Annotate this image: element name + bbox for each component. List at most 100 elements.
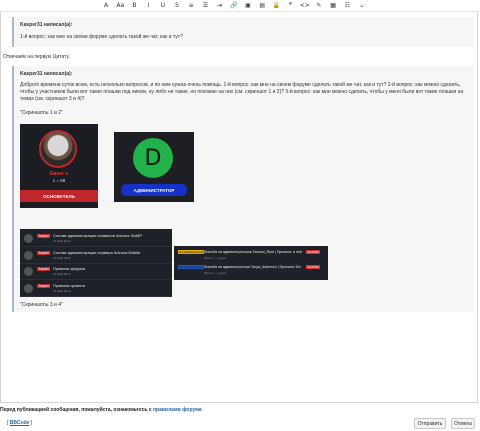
- avatar: [24, 234, 33, 243]
- quote-block-1: Kasper31 написал(а): 1-й вопрос: как мне…: [12, 17, 474, 47]
- bbcode-help: [ BBCode ]: [7, 420, 32, 426]
- rules-note: Перед публикацией сообщения, пожалуйста,…: [0, 407, 202, 413]
- thread-row: Закреп Состав администрации сервера Arizo…: [20, 248, 172, 264]
- bold-icon: B: [132, 2, 137, 9]
- font-case-icon: Aa: [116, 2, 125, 9]
- thread-title[interactable]: Жалоба на администратора Tanya_Adamson |…: [204, 265, 304, 269]
- pinned-tag: Закреп: [37, 250, 51, 255]
- thread-row: На рассмотрении Жалоба на администратора …: [174, 263, 328, 278]
- thread-row: Закреп Правила форума 16 Мар 2017: [20, 264, 172, 280]
- editor-toolbar: A Aa B I U S ≡ ☰ ⇥ 🔗 ▣ ▤ 🔒 ❞ <> ✎ ▦ ☷ ⌄: [0, 0, 480, 11]
- thread-row: Закреп Правила проекта 21 Мар 2014: [20, 281, 172, 297]
- message-editor[interactable]: Kasper31 написал(а): 1-й вопрос: как мне…: [0, 11, 478, 403]
- quote-icon: ❞: [288, 2, 293, 9]
- thread-meta: 16 Мар 2017: [53, 272, 71, 276]
- pinned-tag: Закреп: [37, 267, 51, 271]
- thread-meta: Игрок 1 · 1 день: [204, 256, 227, 260]
- avatar: [24, 250, 33, 260]
- role-badge-label: АДМИНИСТРАТОР: [133, 187, 175, 193]
- list-button[interactable]: ☰: [198, 1, 212, 10]
- font-size-icon: A: [104, 2, 109, 9]
- role-badge: ОСНОВАТЕЛЬ: [20, 190, 98, 202]
- link-button[interactable]: 🔗: [227, 1, 241, 10]
- thread-meta: 21 Мар 2014: [53, 239, 71, 243]
- image-button[interactable]: ▣: [241, 1, 255, 10]
- rules-note-text: Перед публикацией сообщения, пожалуйста,…: [0, 407, 153, 413]
- user-level: 1 = 68: [52, 178, 66, 183]
- italic-button[interactable]: I: [142, 1, 156, 10]
- screenshot-caption-1-2: "Скриншоты 1 и 2": [20, 110, 63, 116]
- bold-button[interactable]: B: [127, 1, 141, 10]
- quote-text: 1-й вопрос: как мне на своем форуме сдел…: [20, 34, 183, 40]
- strike-icon: S: [175, 2, 179, 9]
- spoiler-button[interactable]: 🔒: [269, 1, 283, 10]
- image-icon: ▣: [245, 2, 251, 9]
- quote-text: Доброго времени суток всем, есть несколь…: [20, 82, 464, 102]
- user-name: Gaser ●: [49, 171, 69, 177]
- pinned-tag: Закреп: [37, 234, 51, 238]
- dropdown-icon: ⌄: [358, 2, 364, 9]
- thread-row: На рассмотрении Жалоба на администраторов…: [174, 248, 328, 263]
- more-icon: ☷: [344, 2, 350, 9]
- forum-rules-link[interactable]: правилами форума: [153, 407, 202, 413]
- complaint-badge: ЖАЛОБА: [306, 265, 321, 269]
- complaint-badge: ЖАЛОБА: [306, 250, 321, 254]
- indent-button[interactable]: ⇥: [213, 1, 227, 10]
- status-tag: На рассмотрении: [178, 250, 205, 254]
- avatar: [24, 267, 33, 276]
- avatar: [24, 283, 33, 293]
- submit-button[interactable]: Отправить: [414, 418, 446, 429]
- bbcode-link[interactable]: BBCode: [10, 420, 30, 426]
- role-badge-label: ОСНОВАТЕЛЬ: [43, 193, 75, 199]
- avatar: [39, 130, 77, 168]
- quote-author: Kasper31 написал(а):: [20, 71, 73, 77]
- role-badge: АДМИНИСТРАТОР: [121, 184, 187, 196]
- avatar-letter: D: [144, 145, 162, 171]
- screenshot-3-image[interactable]: Закреп Состав администрации серверов Ariz…: [20, 229, 172, 297]
- media-icon: ▤: [259, 2, 265, 9]
- quote-block-2: Kasper31 написал(а): Доброго времени сут…: [12, 66, 474, 312]
- cancel-button[interactable]: Отмена: [451, 418, 475, 429]
- table-icon: ▦: [330, 2, 336, 9]
- thread-title[interactable]: Правила форума: [53, 266, 85, 271]
- align-icon: ≡: [188, 2, 194, 9]
- screenshot-1-image[interactable]: Gaser ● 1 = 68 ОСНОВАТЕЛЬ: [20, 124, 98, 208]
- code-icon: <>: [299, 2, 310, 9]
- pinned-tag: Закреп: [37, 283, 51, 288]
- code-button[interactable]: <>: [298, 1, 312, 10]
- status-tag: На рассмотрении: [178, 265, 205, 269]
- screenshot-caption-3-4: "Скриншоты 3 и 4": [20, 302, 63, 308]
- thread-meta: Игрок 1 · 1 день: [204, 271, 227, 275]
- list-icon: ☰: [202, 2, 209, 9]
- more-button[interactable]: ☷: [340, 1, 354, 10]
- quote-button[interactable]: ❞: [283, 1, 297, 10]
- bracket-close: ]: [30, 420, 33, 426]
- thread-title[interactable]: Состав администрации сервера Arizona Mob…: [53, 250, 141, 255]
- table-button[interactable]: ▦: [326, 1, 340, 10]
- align-button[interactable]: ≡: [184, 1, 198, 10]
- thread-title[interactable]: Жалоба на администраторов Tsutomi_Ricci …: [204, 250, 304, 254]
- screenshot-4-image[interactable]: На рассмотрении Жалоба на администраторов…: [174, 246, 328, 280]
- strike-button[interactable]: S: [170, 1, 184, 10]
- thread-title[interactable]: Состав администрации серверов Arizona SA…: [53, 233, 143, 238]
- thread-meta: 21 Мар 2014: [53, 288, 71, 293]
- font-size-button[interactable]: A: [99, 1, 113, 10]
- media-button[interactable]: ▤: [255, 1, 269, 10]
- quote-author: Kasper31 написал(а):: [20, 22, 73, 28]
- color-button[interactable]: ✎: [312, 1, 326, 10]
- avatar: D: [133, 138, 173, 178]
- italic-icon: I: [147, 2, 150, 9]
- spoiler-icon: 🔒: [272, 2, 281, 9]
- thread-title[interactable]: Правила проекта: [53, 283, 85, 288]
- underline-icon: U: [160, 2, 166, 9]
- indent-icon: ⇥: [217, 2, 223, 9]
- dropdown-button[interactable]: ⌄: [354, 1, 368, 10]
- link-icon: 🔗: [230, 2, 238, 9]
- reply-text-1: Отвечаем на первую Цитату.: [3, 54, 70, 60]
- screenshot-2-image[interactable]: D АДМИНИСТРАТОР: [114, 132, 194, 202]
- underline-button[interactable]: U: [156, 1, 170, 10]
- font-case-button[interactable]: Aa: [113, 1, 127, 10]
- bracket-open: [: [7, 420, 9, 426]
- thread-row: Закреп Состав администрации серверов Ariz…: [20, 231, 172, 247]
- thread-meta: 14 Мар 2022: [53, 255, 71, 260]
